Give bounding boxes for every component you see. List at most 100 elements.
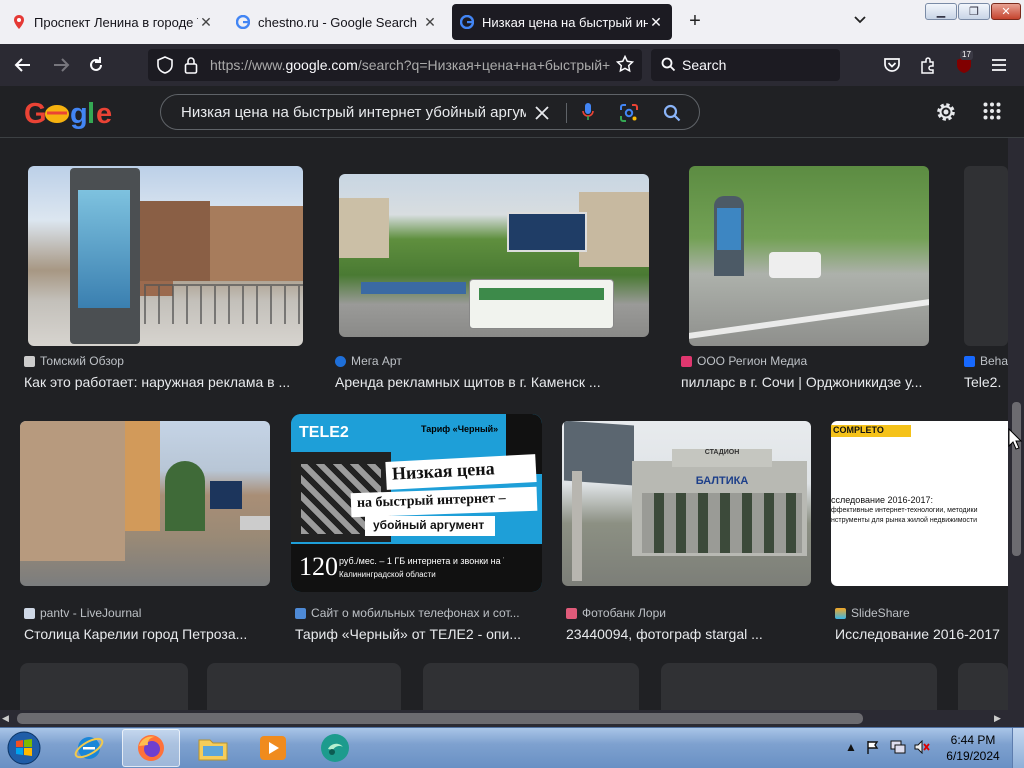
app-icon[interactable] xyxy=(306,729,364,767)
volume-muted-icon[interactable] xyxy=(914,739,930,757)
bookmark-star-icon[interactable] xyxy=(615,54,635,78)
minimize-button[interactable]: ▁ xyxy=(925,3,957,20)
result-caption[interactable]: Как это работает: наружная реклама в ... xyxy=(24,374,314,390)
chevron-down-icon[interactable] xyxy=(853,12,867,28)
internet-explorer-icon[interactable] xyxy=(60,729,118,767)
vertical-scroll-thumb[interactable] xyxy=(1012,402,1021,556)
ad-price: 120 xyxy=(299,552,338,581)
ad-line1: Низкая цена xyxy=(385,454,537,490)
result-thumbnail[interactable]: СТАДИОН БАЛТИКА xyxy=(562,421,811,586)
ad-price-text: руб./мес. – 1 ГБ интернета и звонки на T… xyxy=(339,556,504,566)
result-source: Фотобанк Лори xyxy=(566,606,666,620)
vertical-scrollbar[interactable] xyxy=(1008,138,1024,710)
tab-title: Проспект Ленина в городе Ту xyxy=(34,14,198,30)
image-results-grid: Томский Обзор Как это работает: наружная… xyxy=(0,138,1008,710)
media-player-icon[interactable] xyxy=(244,729,302,767)
result-caption[interactable]: Столица Карелии город Петроза... xyxy=(24,626,264,642)
site-favicon-icon xyxy=(566,607,577,619)
show-hidden-icons-icon[interactable]: ▲ xyxy=(845,740,857,754)
google-icon xyxy=(236,15,250,29)
result-thumbnail[interactable] xyxy=(689,166,929,346)
url-text[interactable]: https://www.google.com/search?q=Низкая+ц… xyxy=(210,57,610,73)
network-icon[interactable] xyxy=(890,740,906,757)
result-thumbnail[interactable] xyxy=(964,166,1008,346)
site-favicon-icon xyxy=(964,355,975,367)
apps-grid-icon[interactable] xyxy=(983,102,1001,125)
image-placeholder[interactable] xyxy=(661,663,937,710)
close-tab-icon[interactable]: ✕ xyxy=(422,14,438,31)
clock-time: 6:44 PM xyxy=(950,733,996,747)
ad-tariff: Тариф «Черный» xyxy=(421,424,499,434)
google-logo[interactable]: G g l e xyxy=(24,96,120,137)
google-search-box[interactable]: Низкая цена на быстрый интернет убойный … xyxy=(160,94,700,130)
image-placeholder[interactable] xyxy=(958,663,1008,710)
search-icon[interactable] xyxy=(663,104,681,127)
image-placeholder[interactable] xyxy=(207,663,401,710)
scroll-left-arrow-icon[interactable]: ◀ xyxy=(2,713,9,724)
pocket-icon[interactable] xyxy=(881,54,903,76)
result-caption[interactable]: Аренда рекламных щитов в г. Каменск ... xyxy=(335,374,635,390)
google-icon xyxy=(460,15,474,29)
tab-active-search[interactable]: Низкая цена на быстрый интер ✕ xyxy=(452,4,672,40)
result-source: SlideShare xyxy=(835,606,910,620)
result-caption[interactable]: Исследование 2016-2017 xyxy=(835,626,1008,642)
image-placeholder[interactable] xyxy=(20,663,188,710)
site-favicon-icon xyxy=(835,607,846,619)
search-placeholder: Search xyxy=(682,57,727,73)
result-source: Мега Арт xyxy=(335,354,402,368)
browser-search-box[interactable]: Search xyxy=(651,49,840,81)
result-thumbnail[interactable] xyxy=(28,166,303,346)
result-thumbnail[interactable]: TELE2 Тариф «Черный» Низкая цена на быст… xyxy=(291,414,542,592)
shield-icon[interactable] xyxy=(156,56,174,79)
image-placeholder[interactable] xyxy=(423,663,639,710)
forward-arrow-icon[interactable] xyxy=(50,54,72,76)
action-center-flag-icon[interactable] xyxy=(866,740,880,757)
extension-badge: 17 xyxy=(960,50,973,60)
lock-icon[interactable] xyxy=(184,56,198,79)
tab-title: chestno.ru - Google Search xyxy=(258,14,417,30)
result-caption[interactable]: 23440094, фотограф stargal ... xyxy=(566,626,806,642)
menu-icon[interactable] xyxy=(988,54,1010,76)
result-source: Томский Обзор xyxy=(24,354,124,368)
back-arrow-icon[interactable] xyxy=(12,54,34,76)
result-caption[interactable]: Tele2. xyxy=(964,374,1008,390)
clock-date: 6/19/2024 xyxy=(946,749,1000,763)
lens-icon[interactable] xyxy=(619,103,639,128)
result-thumbnail[interactable] xyxy=(20,421,270,586)
horizontal-scrollbar[interactable]: ◀ ▶ xyxy=(0,710,1024,727)
restore-button[interactable]: ❐ xyxy=(958,3,990,20)
tab-bar: Проспект Ленина в городе Ту ✕ chestno.ru… xyxy=(0,0,1024,44)
scroll-right-arrow-icon[interactable]: ▶ xyxy=(994,713,1001,724)
result-caption[interactable]: пилларс в г. Сочи | Орджоникидзе у... xyxy=(681,374,931,390)
close-tab-icon[interactable]: ✕ xyxy=(648,14,664,31)
slide-brand: COMPLETO xyxy=(831,425,911,437)
extensions-icon[interactable] xyxy=(917,54,939,76)
result-thumbnail[interactable] xyxy=(339,174,649,337)
clear-search-icon[interactable] xyxy=(535,100,549,126)
ad-line2: на быстрый интернет – xyxy=(350,486,538,518)
search-icon xyxy=(661,57,676,77)
result-thumbnail[interactable]: COMPLETO сследование 2016-2017: ффективн… xyxy=(831,421,1008,586)
slide-title: сследование 2016-2017: xyxy=(831,495,934,505)
site-favicon-icon xyxy=(24,607,35,619)
close-tab-icon[interactable]: ✕ xyxy=(198,14,214,31)
result-caption[interactable]: Тариф «Черный» от ТЕЛЕ2 - опи... xyxy=(295,626,540,642)
search-query[interactable]: Низкая цена на быстрый интернет убойный … xyxy=(181,104,526,121)
firefox-icon[interactable] xyxy=(122,729,180,767)
slide-subtitle-2: нструменты для рынка жилой недвижимости xyxy=(831,517,978,524)
tab-chestno[interactable]: chestno.ru - Google Search ✕ xyxy=(228,4,446,40)
settings-gear-icon[interactable] xyxy=(934,100,958,129)
close-window-button[interactable]: ✕ xyxy=(991,3,1021,20)
address-bar[interactable]: https://www.google.com/search?q=Низкая+ц… xyxy=(148,49,642,81)
horizontal-scroll-thumb[interactable] xyxy=(17,713,863,724)
start-button[interactable] xyxy=(0,729,48,767)
tab-prospekt[interactable]: Проспект Ленина в городе Ту ✕ xyxy=(4,4,222,40)
reload-icon[interactable] xyxy=(85,54,107,76)
file-explorer-icon[interactable] xyxy=(184,729,242,767)
new-tab-button[interactable]: + xyxy=(684,10,706,32)
microphone-icon[interactable] xyxy=(581,102,595,127)
stadium-sign: БАЛТИКА xyxy=(695,475,749,487)
show-desktop-button[interactable] xyxy=(1012,728,1024,768)
svg-text:G: G xyxy=(24,98,46,130)
system-clock[interactable]: 6:44 PM 6/19/2024 xyxy=(940,732,1006,764)
